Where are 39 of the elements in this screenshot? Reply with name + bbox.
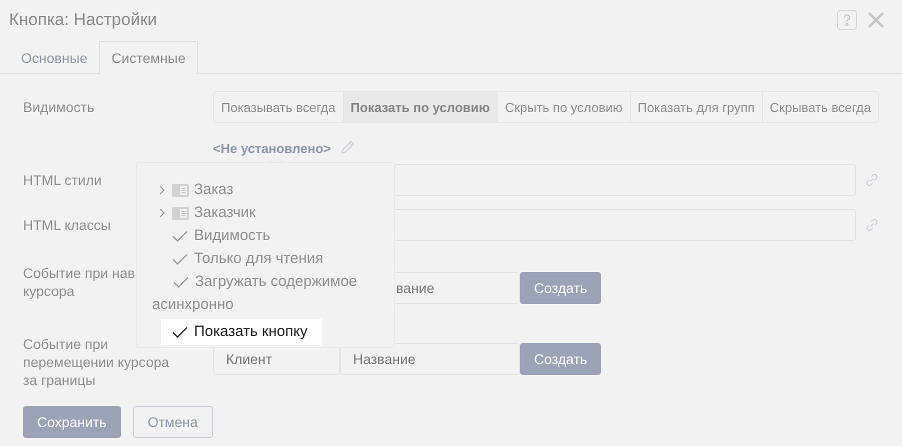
segment-option[interactable]: Показать для групп (630, 92, 763, 122)
input-field[interactable]: Название (340, 343, 520, 375)
field-label: Видимость (23, 99, 96, 115)
chevron-icon[interactable] (158, 185, 166, 196)
pencil-icon[interactable] (338, 140, 355, 156)
window-title: Кнопка: Настройки (9, 10, 158, 30)
segment-option[interactable]: Показать по условию (344, 92, 498, 122)
field-label: HTML стили (23, 172, 103, 188)
link-icon[interactable] (864, 172, 880, 188)
tree-item[interactable]: Заказчик (152, 201, 382, 224)
chevron-icon[interactable] (158, 208, 166, 218)
check-icon (172, 326, 188, 338)
close-icon[interactable] (867, 11, 885, 29)
tab[interactable]: Системные (99, 41, 198, 74)
tree-item[interactable]: Показать кнопку (161, 319, 322, 345)
field-label: за границы (23, 371, 96, 389)
cancel-button[interactable]: Отмена (132, 406, 213, 438)
field-label: Событие при нав (23, 264, 135, 282)
help-icon[interactable] (837, 10, 857, 30)
table-icon (172, 206, 189, 220)
link-icon[interactable] (864, 217, 880, 233)
check-icon (172, 230, 188, 242)
field-label: курсора (23, 282, 74, 300)
tree-item[interactable]: Только для чтения (152, 247, 382, 270)
tree-item[interactable]: Заказ (152, 178, 382, 201)
table-icon (172, 184, 189, 197)
create-button[interactable]: Создать (520, 272, 602, 304)
segment-option[interactable]: Скрыть по условию (498, 92, 631, 122)
save-button[interactable]: Сохранить (23, 406, 121, 438)
check-icon (173, 276, 189, 288)
field-label: перемещении курсора (23, 353, 170, 371)
tab[interactable]: Основные (9, 41, 100, 74)
condition-link[interactable]: <Не установлено> (213, 140, 331, 156)
field-label: Событие при (23, 335, 108, 353)
field-label: HTML классы (23, 217, 112, 233)
tree-item[interactable]: Видимость (152, 224, 382, 247)
segment-option[interactable]: Скрывать всегда (762, 92, 878, 122)
create-button[interactable]: Создать (520, 343, 602, 375)
check-icon (172, 253, 188, 266)
